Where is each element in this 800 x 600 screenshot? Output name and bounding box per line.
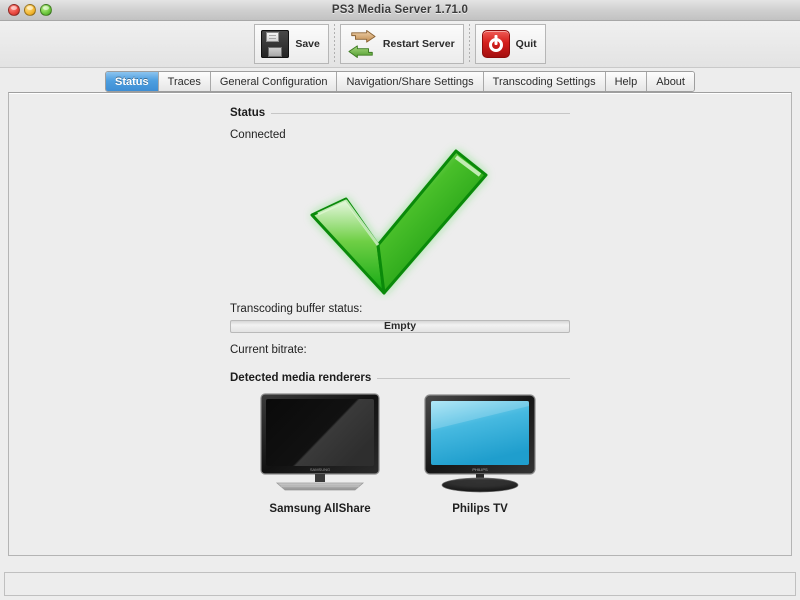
floppy-disk-icon [261, 30, 290, 58]
window-title: PS3 Media Server 1.71.0 [331, 4, 469, 16]
tab-status[interactable]: Status [106, 72, 159, 91]
tab-general-configuration[interactable]: General Configuration [210, 72, 338, 91]
tv-black-screen-icon: SAMSUNG [260, 393, 380, 491]
tab-help[interactable]: Help [605, 72, 648, 91]
renderers-section-title: Detected media renderers [230, 372, 372, 384]
tab-general-configuration-label: General Configuration [219, 75, 328, 88]
content-bottom-gap [0, 556, 800, 562]
save-button-label: Save [295, 38, 320, 50]
minimize-button[interactable] [24, 4, 36, 16]
window-controls [8, 4, 52, 16]
tab-transcoding-settings-label: Transcoding Settings [492, 75, 596, 88]
tab-about[interactable]: About [647, 72, 694, 91]
transcoding-buffer-progressbar: Empty [230, 320, 570, 333]
svg-text:PHILIPS: PHILIPS [472, 467, 488, 472]
status-icon-area [230, 141, 570, 301]
title-bar: PS3 Media Server 1.71.0 [0, 0, 800, 21]
green-checkmark-icon [310, 149, 488, 295]
renderer-item-philips[interactable]: PHILIPS Philips TV [409, 392, 551, 515]
renderers-section-header: Detected media renderers [230, 372, 570, 384]
status-section-header: Status [230, 107, 570, 119]
zoom-button[interactable] [40, 4, 52, 16]
connection-state-text: Connected [230, 129, 286, 141]
tab-status-label: Status [115, 75, 149, 88]
tab-bar-container: Status Traces General Configuration Navi… [0, 68, 800, 92]
detected-renderers-list: SAMSUNG Samsung AllShare PHILIPS Philips… [230, 392, 570, 515]
tab-traces[interactable]: Traces [158, 72, 211, 91]
current-bitrate-label: Current bitrate: [230, 344, 307, 356]
status-bar [4, 572, 796, 596]
renderers-section-rule [377, 377, 570, 379]
quit-button[interactable]: Quit [474, 24, 546, 64]
buffer-status-label: Transcoding buffer status: [230, 303, 363, 315]
svg-text:SAMSUNG: SAMSUNG [310, 467, 330, 472]
app-window: PS3 Media Server 1.71.0 Save Restart Ser… [0, 0, 800, 600]
status-tab-content: Status Connected Transcoding buffer stat… [9, 93, 791, 555]
restart-server-button[interactable]: Restart Server [339, 24, 464, 64]
renderer-item-samsung[interactable]: SAMSUNG Samsung AllShare [249, 392, 391, 515]
tab-navigation-share[interactable]: Navigation/Share Settings [337, 72, 484, 91]
close-button[interactable] [8, 4, 20, 16]
save-button[interactable]: Save [254, 24, 329, 64]
content-panel: Status Connected Transcoding buffer stat… [8, 92, 792, 556]
toolbar-separator [333, 24, 335, 64]
tab-traces-label: Traces [167, 75, 201, 88]
renderer-name-philips: Philips TV [452, 503, 508, 515]
toolbar: Save Restart Server Quit [0, 21, 800, 68]
tab-transcoding-settings[interactable]: Transcoding Settings [483, 72, 606, 91]
tab-about-label: About [656, 75, 685, 88]
restart-arrows-icon [348, 30, 376, 58]
toolbar-separator-2 [468, 24, 470, 64]
tab-help-label: Help [614, 75, 638, 88]
buffer-status-value: Empty [383, 320, 417, 333]
tv-blue-screen-icon: PHILIPS [424, 394, 536, 493]
tab-bar: Status Traces General Configuration Navi… [105, 71, 695, 92]
power-button-icon [481, 30, 510, 58]
tab-navigation-share-label: Navigation/Share Settings [346, 75, 474, 88]
status-section-rule [271, 112, 570, 114]
status-section-title: Status [230, 107, 266, 119]
restart-server-button-label: Restart Server [382, 38, 455, 50]
quit-button-label: Quit [515, 38, 537, 50]
renderer-name-samsung: Samsung AllShare [269, 503, 371, 515]
